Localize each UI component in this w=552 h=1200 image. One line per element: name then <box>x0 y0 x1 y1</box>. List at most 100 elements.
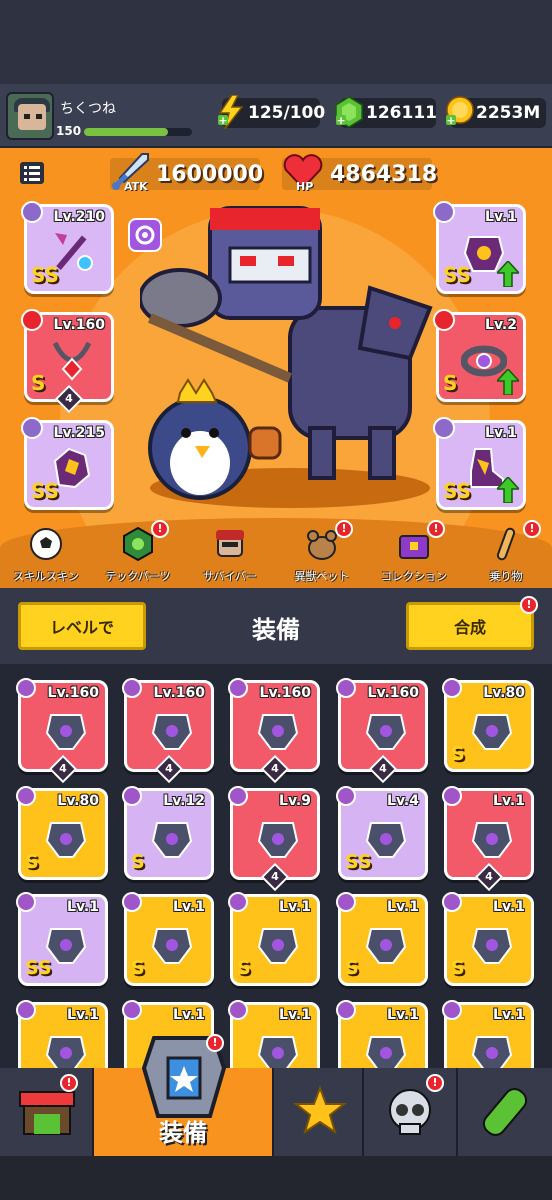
nav-shop[interactable]: ! <box>0 1068 94 1156</box>
svg-text:+: + <box>218 114 227 127</box>
equip-slot-necklace[interactable]: Lv.160 S 4 <box>21 309 114 414</box>
item-rank: SS <box>345 851 372 873</box>
player-hud: ちくつね 150 + 125/100 + 126111 + 2253M <box>0 84 552 148</box>
equip-slot-gloves[interactable]: Lv.215 SS <box>21 417 114 510</box>
tab-label: スキルスキン <box>13 570 79 583</box>
item-rank: S <box>25 851 39 873</box>
slot-rank: SS <box>443 479 471 503</box>
inventory-item[interactable]: Lv.160 4 <box>336 678 428 784</box>
notification-badge: ! <box>206 1034 224 1052</box>
item-type-icon <box>16 1000 36 1020</box>
gem-counter[interactable]: + 126111 <box>335 96 437 128</box>
inventory-item[interactable]: Lv.1 S <box>336 892 428 986</box>
star-count-badge: 4 <box>154 754 184 784</box>
notification-badge: ! <box>426 1074 444 1092</box>
item-type-icon <box>336 892 356 912</box>
settings-gear-button[interactable] <box>128 218 162 252</box>
inventory-item[interactable]: Lv.1 <box>16 1000 108 1068</box>
slot-rank: S <box>443 371 458 395</box>
inventory-item[interactable]: Lv.1 S <box>122 892 214 986</box>
atk-value: 1600000 <box>156 161 264 187</box>
item-level: Lv.1 <box>279 899 311 915</box>
equip-slot-boots[interactable]: Lv.1 SS <box>433 417 526 510</box>
coin-icon: + <box>446 96 474 127</box>
status-bar-area <box>0 0 552 84</box>
inventory-item[interactable]: Lv.160 4 <box>122 678 214 784</box>
nav-challenges[interactable] <box>274 1068 364 1156</box>
inventory-item[interactable]: Lv.1 SS <box>16 892 108 986</box>
slot-rank: S <box>31 371 46 395</box>
equipment-item-icon <box>471 928 513 964</box>
item-level: Lv.160 <box>47 685 99 701</box>
equip-slot-belt[interactable]: Lv.2 S <box>433 309 526 402</box>
item-type-icon <box>16 678 36 698</box>
tab-vehicle[interactable]: ! 乗り物 <box>463 518 549 588</box>
item-type-icon <box>228 892 248 912</box>
energy-counter[interactable]: + 125/100 <box>218 95 325 129</box>
item-type-icon <box>122 678 142 698</box>
notification-badge: ! <box>427 520 445 538</box>
item-level: Lv.9 <box>279 793 311 809</box>
notification-badge: ! <box>335 520 353 538</box>
equip-slot-weapon[interactable]: Lv.210 SS <box>21 201 114 294</box>
nav-equipment[interactable]: ! 装備 <box>94 1034 274 1156</box>
equip-slot-armor[interactable]: Lv.1 SS <box>433 201 526 294</box>
menu-list-icon[interactable] <box>20 162 44 184</box>
star-count-badge: 4 <box>368 754 398 784</box>
gold-counter[interactable]: + 2253M <box>446 96 546 128</box>
atk-stat: ATK 1600000 <box>110 153 264 193</box>
inventory-item[interactable]: Lv.80 S <box>16 786 108 880</box>
inventory-item[interactable]: Lv.1 S <box>442 892 534 986</box>
hp-value: 4864318 <box>330 161 438 187</box>
inventory-item[interactable]: Lv.9 4 <box>228 786 320 892</box>
equipment-item-icon <box>471 822 513 858</box>
item-level: Lv.160 <box>367 685 419 701</box>
star-swords-icon <box>293 1085 347 1135</box>
item-type-icon <box>442 678 462 698</box>
nav-battle[interactable]: ! <box>364 1068 458 1156</box>
equipment-item-icon <box>45 1036 87 1068</box>
dna-capsule-icon <box>482 1088 528 1136</box>
inventory-item[interactable]: Lv.1 <box>336 1000 428 1068</box>
tab-pet[interactable]: ! 異獣ペット <box>279 518 365 588</box>
equipment-item-icon <box>471 1036 513 1068</box>
tab-survivor[interactable]: サバイバー <box>187 518 273 588</box>
inventory-item[interactable]: Lv.1 <box>228 1000 320 1068</box>
item-level: Lv.1 <box>173 1007 205 1023</box>
equipment-item-icon <box>257 822 299 858</box>
skateboard-icon <box>496 527 516 561</box>
star-count-badge: 4 <box>260 862 290 892</box>
tab-label: テックパーツ <box>105 570 171 583</box>
tab-tech-parts[interactable]: ! テックパーツ <box>95 518 181 588</box>
slot-level: Lv.2 <box>485 317 517 333</box>
slot-level: Lv.1 <box>485 209 517 225</box>
survivor-face-icon <box>216 530 244 557</box>
item-level: Lv.160 <box>259 685 311 701</box>
avatar[interactable] <box>6 92 54 140</box>
gold-value: 2253M <box>476 103 541 123</box>
nav-evolve[interactable] <box>458 1068 552 1156</box>
item-rank: S <box>237 957 251 979</box>
item-type-icon <box>442 1000 462 1020</box>
item-level: Lv.1 <box>279 1007 311 1023</box>
svg-text:+: + <box>446 114 455 127</box>
inventory-item[interactable]: Lv.1 4 <box>442 786 534 892</box>
gem-icon: + <box>335 96 363 128</box>
item-rank: S <box>345 957 359 979</box>
equipment-item-icon <box>365 928 407 964</box>
tab-collection[interactable]: ! コレクション <box>371 518 457 588</box>
equipment-item-icon <box>257 928 299 964</box>
merge-button[interactable]: 合成 <box>406 602 534 650</box>
inventory-item[interactable]: Lv.4 SS <box>336 786 428 880</box>
inventory-item[interactable]: Lv.160 4 <box>16 678 108 784</box>
necklace-icon <box>52 341 92 381</box>
hp-stat: HP 4864318 <box>282 154 437 193</box>
inventory-item[interactable]: Lv.1 S <box>228 892 320 986</box>
inventory-item[interactable]: Lv.12 S <box>122 786 214 880</box>
inventory-item[interactable]: Lv.1 <box>442 1000 534 1068</box>
item-rank: S <box>451 957 465 979</box>
inventory-item[interactable]: Lv.160 4 <box>228 678 320 784</box>
inventory-item[interactable]: Lv.80 S <box>442 678 534 772</box>
tab-skill-skin[interactable]: スキルスキン <box>3 518 89 588</box>
item-level: Lv.1 <box>493 899 525 915</box>
